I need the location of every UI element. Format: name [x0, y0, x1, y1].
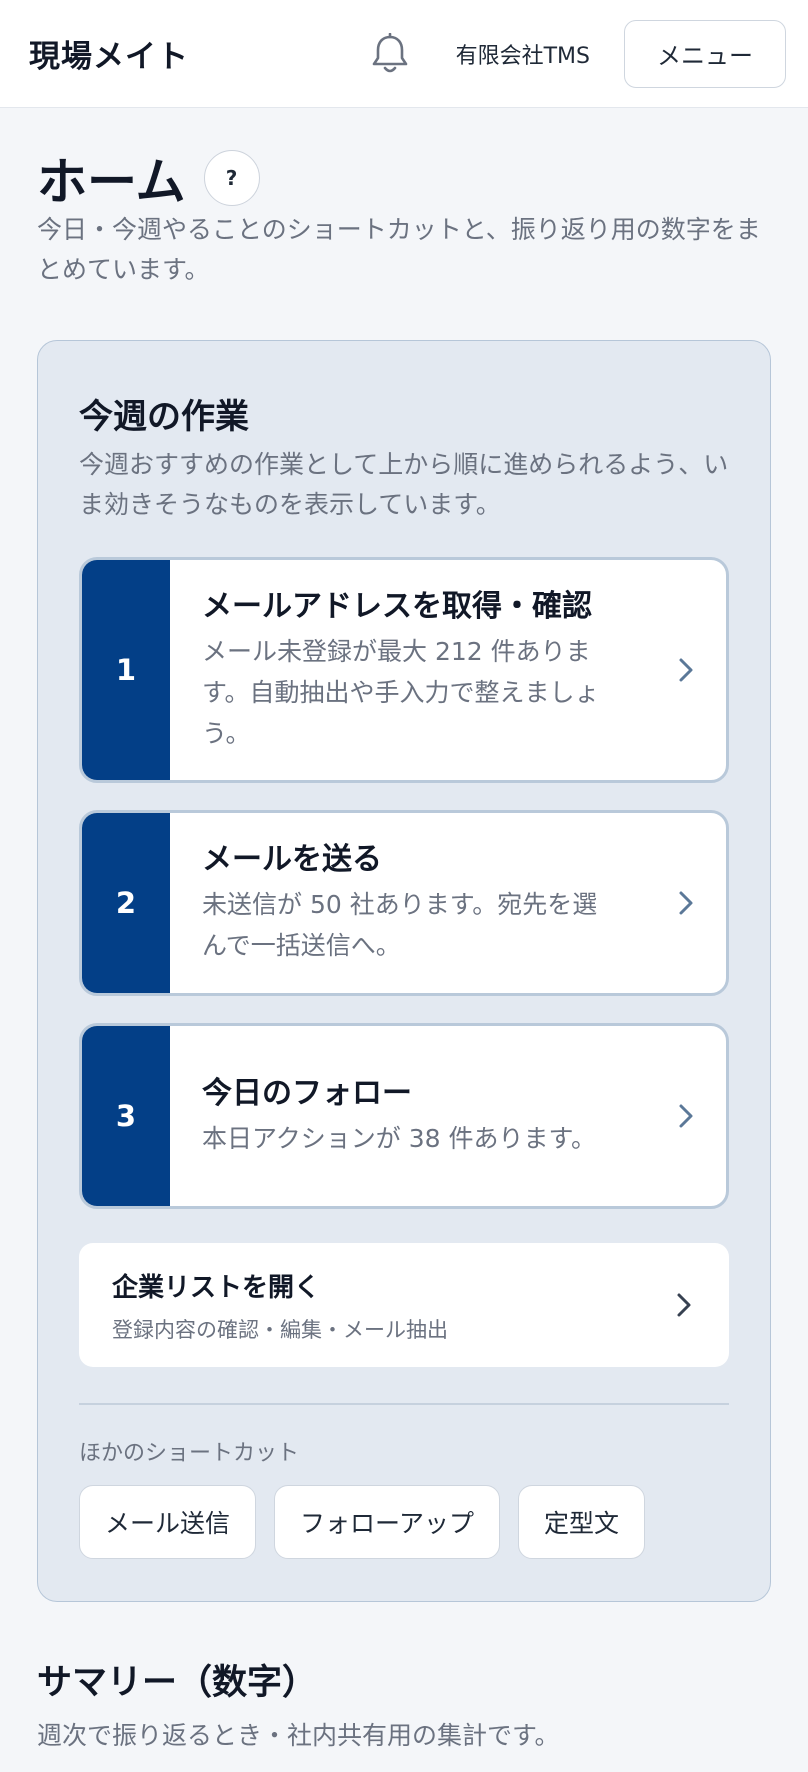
- weekly-tasks-panel: 今週の作業 今週おすすめの作業として上から順に進められるよう、いま効きそうなもの…: [37, 340, 771, 1602]
- divider: [79, 1403, 729, 1405]
- task-description: メール未登録が最大 212 件あります。自動抽出や手入力で整えましょう。: [202, 636, 600, 748]
- task-description: 本日アクションが 38 件あります。: [202, 1123, 596, 1153]
- bell-icon[interactable]: [368, 32, 412, 76]
- task-number: 1: [82, 560, 170, 780]
- shortcut-chips: メール送信 フォローアップ 定型文: [79, 1485, 663, 1559]
- shortcut-send-email[interactable]: メール送信: [79, 1485, 257, 1559]
- help-button[interactable]: ?: [203, 150, 260, 206]
- page-title: ホーム: [37, 153, 186, 211]
- company-name: 有限会社TMS: [455, 43, 590, 69]
- task-number: 2: [82, 813, 170, 993]
- list-link-text: 企業リストを開く 登録内容の確認・編集・メール抽出: [112, 1267, 639, 1344]
- summary-title: サマリー（数字）: [37, 1663, 318, 1703]
- chevron-right-icon: [639, 1291, 729, 1319]
- company-list-link[interactable]: 企業リストを開く 登録内容の確認・編集・メール抽出: [79, 1243, 729, 1367]
- task-number: 3: [82, 1026, 170, 1206]
- shortcut-follow-up[interactable]: フォローアップ: [274, 1485, 501, 1559]
- other-shortcuts-label: ほかのショートカット: [79, 1441, 300, 1466]
- list-link-title: 企業リストを開く: [112, 1272, 321, 1303]
- weekly-description: 今週おすすめの作業として上から順に進められるよう、いま効きそうなものを表示してい…: [79, 450, 729, 519]
- chevron-right-icon: [646, 813, 726, 993]
- task-body: メールアドレスを取得・確認 メール未登録が最大 212 件あります。自動抽出や手…: [170, 560, 646, 780]
- chevron-right-icon: [646, 1026, 726, 1206]
- list-link-subtitle: 登録内容の確認・編集・メール抽出: [112, 1317, 448, 1342]
- page-title-row: ホーム ?: [37, 142, 260, 214]
- task-card-today-follow[interactable]: 3 今日のフォロー 本日アクションが 38 件あります。: [79, 1023, 729, 1209]
- task-card-send-email[interactable]: 2 メールを送る 未送信が 50 社あります。宛先を選んで一括送信へ。: [79, 810, 729, 996]
- app-name[interactable]: 現場メイト: [29, 31, 189, 76]
- page-description: 今日・今週やることのショートカットと、振り返り用の数字をまとめています。: [37, 215, 761, 284]
- task-body: メールを送る 未送信が 50 社あります。宛先を選んで一括送信へ。: [170, 813, 646, 993]
- chevron-right-icon: [646, 560, 726, 780]
- task-title: メールアドレスを取得・確認: [202, 588, 592, 624]
- weekly-title: 今週の作業: [79, 397, 249, 437]
- task-body: 今日のフォロー 本日アクションが 38 件あります。: [170, 1026, 646, 1206]
- task-card-email-collect[interactable]: 1 メールアドレスを取得・確認 メール未登録が最大 212 件あります。自動抽出…: [79, 557, 729, 783]
- task-description: 未送信が 50 社あります。宛先を選んで一括送信へ。: [202, 890, 598, 960]
- app-header: 現場メイト 有限会社TMS メニュー: [0, 0, 808, 108]
- shortcut-templates[interactable]: 定型文: [518, 1485, 646, 1559]
- task-title: メールを送る: [202, 842, 382, 877]
- summary-description: 週次で振り返るとき・社内共有用の集計です。: [37, 1721, 560, 1750]
- menu-button[interactable]: メニュー: [624, 19, 786, 88]
- task-title: 今日のフォロー: [202, 1075, 412, 1111]
